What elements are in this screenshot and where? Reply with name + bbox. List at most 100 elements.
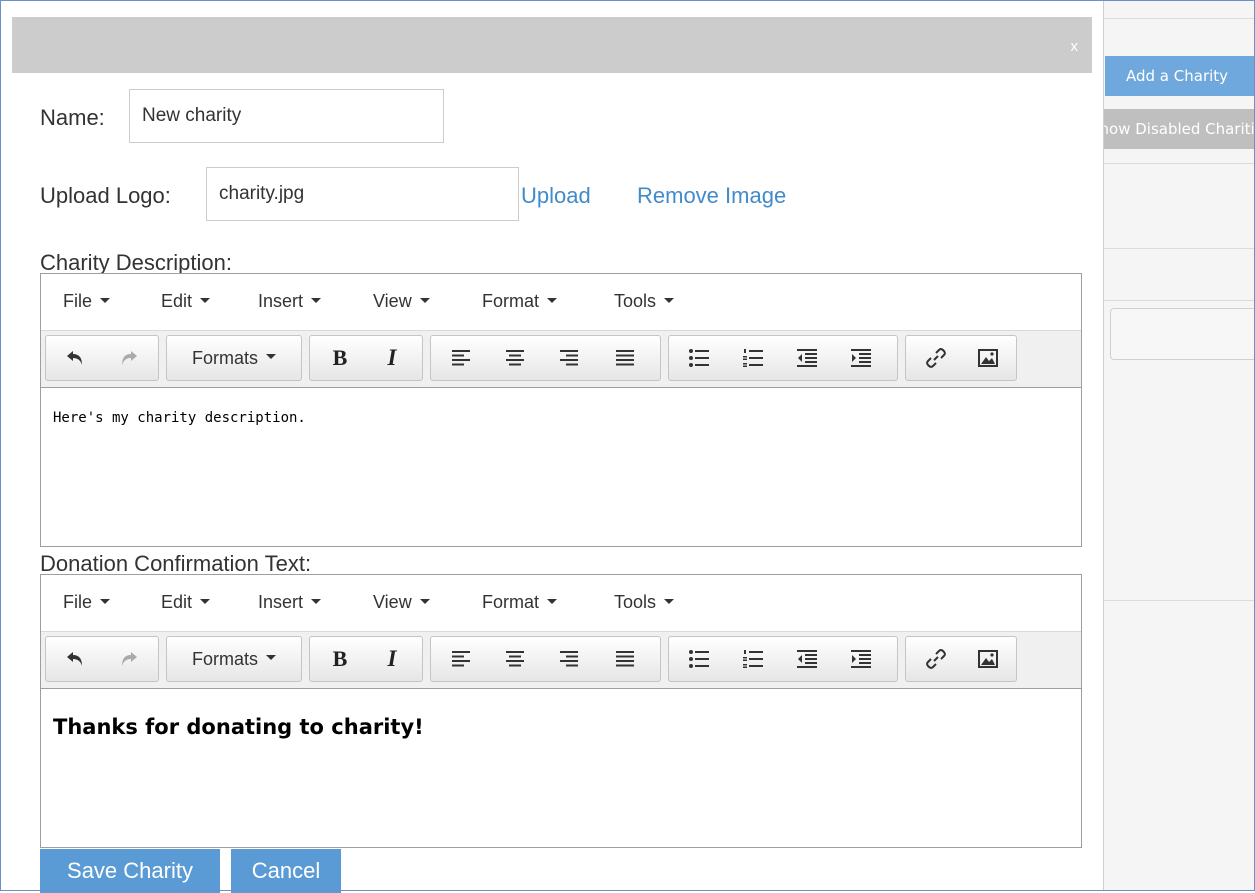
bg-divider — [1104, 163, 1255, 164]
bg-panel-box — [1110, 308, 1255, 360]
formats-dropdown[interactable]: Formats — [167, 340, 301, 376]
alignment-group — [430, 636, 661, 682]
history-group — [45, 636, 159, 682]
link-button[interactable] — [914, 641, 958, 677]
caret-down-icon — [547, 598, 558, 604]
cancel-button[interactable]: Cancel — [231, 849, 341, 893]
formats-group: Formats — [166, 636, 302, 682]
image-button[interactable] — [966, 641, 1010, 677]
upload-link[interactable]: Upload — [521, 183, 591, 209]
outdent-icon — [797, 650, 817, 668]
menu-edit[interactable]: Edit — [161, 291, 211, 312]
numbered-list-button[interactable] — [731, 340, 775, 376]
editor-content[interactable]: Here's my charity description. — [41, 388, 1081, 548]
align-center-button[interactable] — [493, 641, 537, 677]
add-charity-button[interactable]: Add a Charity — [1105, 56, 1255, 96]
redo-button[interactable] — [106, 641, 150, 677]
numbered-list-button[interactable] — [731, 641, 775, 677]
menu-file[interactable]: File — [63, 291, 111, 312]
formats-label: Formats — [191, 347, 258, 368]
align-center-button[interactable] — [493, 340, 537, 376]
bold-button[interactable]: B — [318, 340, 362, 376]
editor-content[interactable]: Thanks for donating to charity! — [41, 689, 1081, 849]
indent-icon — [851, 349, 871, 367]
align-justify-icon — [616, 350, 634, 366]
align-center-icon — [506, 350, 524, 366]
indent-button[interactable] — [839, 340, 883, 376]
menu-view[interactable]: View — [373, 592, 430, 613]
italic-icon: I — [387, 345, 397, 370]
outdent-button[interactable] — [785, 641, 829, 677]
menu-view[interactable]: View — [373, 291, 430, 312]
remove-image-link[interactable]: Remove Image — [637, 183, 786, 209]
menu-tools[interactable]: Tools — [614, 592, 675, 613]
menu-file[interactable]: File — [63, 592, 111, 613]
align-left-button[interactable] — [439, 340, 483, 376]
caret-down-icon — [200, 598, 211, 604]
caret-down-icon — [419, 297, 430, 303]
name-input[interactable]: New charity — [129, 89, 444, 143]
undo-icon — [67, 351, 82, 365]
bg-divider — [1104, 18, 1255, 19]
link-button[interactable] — [914, 340, 958, 376]
link-icon — [926, 348, 946, 368]
align-left-button[interactable] — [439, 641, 483, 677]
editor-toolbar: Formats B I — [41, 331, 1081, 388]
menu-insert[interactable]: Insert — [258, 592, 322, 613]
caret-down-icon — [664, 297, 675, 303]
menu-format[interactable]: Format — [482, 592, 558, 613]
align-right-icon — [560, 651, 578, 667]
outdent-button[interactable] — [785, 340, 829, 376]
name-label: Name: — [40, 105, 105, 130]
menu-edit[interactable]: Edit — [161, 592, 211, 613]
formats-label: Formats — [191, 648, 258, 669]
editor-menubar: File Edit Insert View Format Tools — [41, 274, 1081, 331]
caret-down-icon — [419, 598, 430, 604]
editor-menubar: File Edit Insert View Format Tools — [41, 575, 1081, 632]
align-right-button[interactable] — [547, 641, 591, 677]
list-indent-group — [668, 636, 898, 682]
bg-divider — [1104, 300, 1255, 301]
caret-down-icon — [200, 297, 211, 303]
undo-button[interactable] — [54, 641, 98, 677]
logo-filename-input[interactable]: charity.jpg — [206, 167, 519, 221]
align-left-icon — [452, 350, 470, 366]
bg-divider — [1104, 600, 1255, 601]
formats-dropdown[interactable]: Formats — [167, 641, 301, 677]
align-right-button[interactable] — [547, 340, 591, 376]
caret-down-icon — [311, 598, 322, 604]
align-center-icon — [506, 651, 524, 667]
italic-button[interactable]: I — [370, 641, 414, 677]
image-icon — [978, 349, 998, 367]
caret-down-icon — [664, 598, 675, 604]
bullet-list-icon — [689, 650, 709, 668]
save-charity-button[interactable]: Save Charity — [40, 849, 220, 893]
caret-down-icon — [100, 297, 111, 303]
image-button[interactable] — [966, 340, 1010, 376]
bullet-list-button[interactable] — [677, 641, 721, 677]
caret-down-icon — [311, 297, 322, 303]
italic-button[interactable]: I — [370, 340, 414, 376]
image-icon — [978, 650, 998, 668]
text-style-group: B I — [309, 636, 423, 682]
bold-button[interactable]: B — [318, 641, 362, 677]
menu-tools[interactable]: Tools — [614, 291, 675, 312]
undo-button[interactable] — [54, 340, 98, 376]
bullet-list-icon — [689, 349, 709, 367]
insert-group — [905, 335, 1017, 381]
align-justify-button[interactable] — [603, 641, 647, 677]
close-icon[interactable]: x — [1071, 39, 1079, 54]
show-disabled-charities-button[interactable]: Show Disabled Charities — [1104, 109, 1255, 149]
redo-button[interactable] — [106, 340, 150, 376]
align-left-icon — [452, 651, 470, 667]
menu-format[interactable]: Format — [482, 291, 558, 312]
align-justify-button[interactable] — [603, 340, 647, 376]
insert-group — [905, 636, 1017, 682]
indent-button[interactable] — [839, 641, 883, 677]
numbered-list-icon — [743, 650, 763, 668]
menu-insert[interactable]: Insert — [258, 291, 322, 312]
redo-icon — [122, 351, 137, 365]
bullet-list-button[interactable] — [677, 340, 721, 376]
bg-divider — [1104, 248, 1255, 249]
editor-toolbar: Formats B I — [41, 632, 1081, 689]
